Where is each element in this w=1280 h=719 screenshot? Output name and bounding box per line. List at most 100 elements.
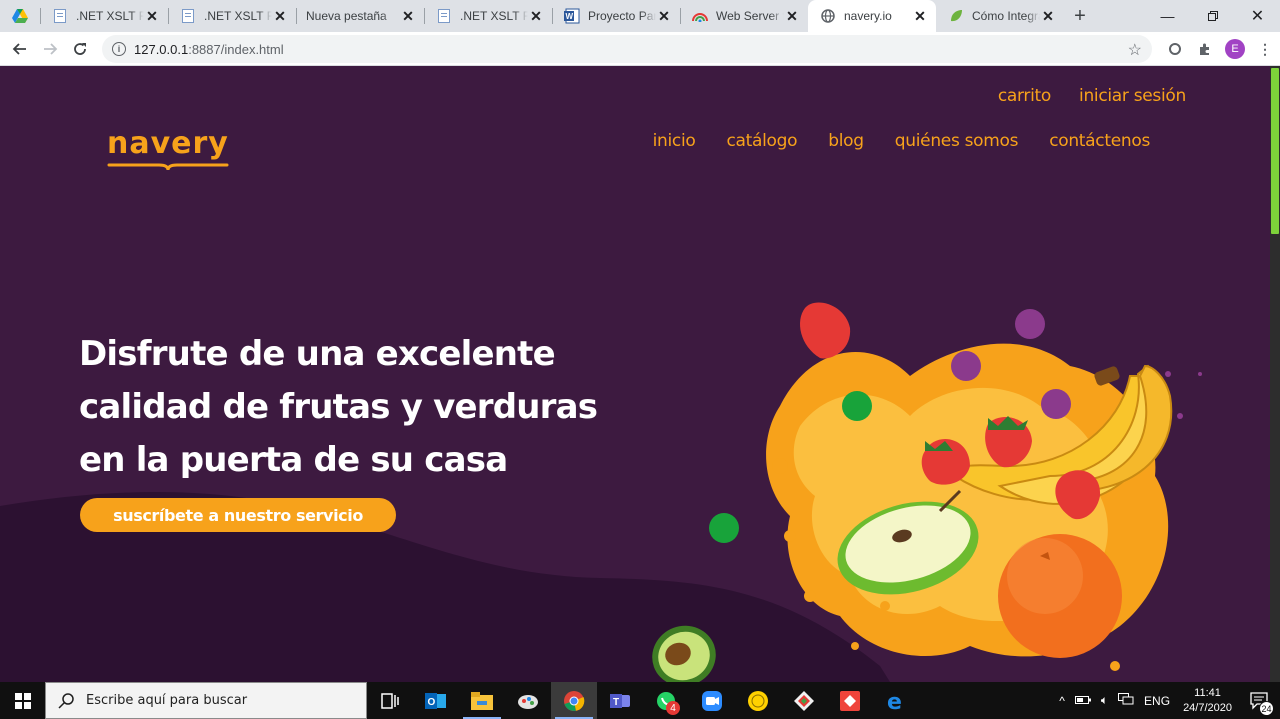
close-tab-icon[interactable]: ✕ (656, 8, 672, 24)
start-button[interactable] (0, 682, 45, 719)
main-nav: inicio catálogo blog quiénes somos contá… (653, 131, 1151, 151)
close-tab-icon[interactable]: ✕ (272, 8, 288, 24)
svg-text:W: W (566, 12, 574, 21)
orange-icon (998, 534, 1122, 658)
subscribe-button[interactable]: suscríbete a nuestro servicio (80, 498, 396, 532)
info-icon[interactable]: i (112, 42, 126, 56)
tab-strip: .NET XSLT Fiddle ✕ .NET XSLT Fiddle ✕ Nu… (0, 0, 1280, 32)
tab-net-xslt-fiddle-3[interactable]: .NET XSLT Fiddle ✕ (424, 0, 552, 32)
extensions-puzzle-icon[interactable] (1190, 34, 1220, 64)
battery-icon[interactable] (1070, 694, 1096, 708)
notification-count: 24 (1259, 701, 1274, 716)
page-viewport: carrito iniciar sesión navery inicio cat… (0, 66, 1270, 682)
network-icon[interactable] (1113, 693, 1139, 708)
back-button[interactable] (5, 34, 35, 64)
system-tray: ^ 🔈︎ ENG 11:41 24/7/2020 24 (1054, 682, 1280, 719)
close-window-button[interactable]: ✕ (1235, 0, 1280, 32)
tab-nueva-pestana[interactable]: Nueva pestaña ✕ (296, 0, 424, 32)
language-indicator[interactable]: ENG (1139, 694, 1175, 708)
site-logo[interactable]: navery (107, 126, 231, 174)
svg-text:e: e (887, 690, 902, 712)
tab-title: Cómo Integrar (972, 9, 1040, 23)
blueberry-icon (1015, 309, 1045, 339)
file-explorer-icon[interactable] (459, 682, 505, 719)
page-scrollbar[interactable] (1270, 66, 1280, 682)
globe-icon (820, 8, 836, 24)
hero-line-3: en la puerta de su casa (79, 440, 508, 480)
norton-icon[interactable] (735, 682, 781, 719)
menu-kebab-icon[interactable]: ⋮ (1250, 34, 1280, 64)
chevron-up-icon[interactable]: ^ (1054, 694, 1070, 708)
blueberry-icon (951, 351, 981, 381)
hero-line-2: calidad de frutas y verduras (79, 387, 598, 427)
taskbar-search[interactable]: Escribe aquí para buscar (45, 682, 367, 719)
nav-inicio[interactable]: inicio (653, 131, 696, 151)
login-link[interactable]: iniciar sesión (1079, 86, 1186, 106)
close-tab-icon[interactable]: ✕ (1040, 8, 1056, 24)
tab-google-drive[interactable] (0, 0, 40, 32)
restore-button[interactable] (1190, 0, 1235, 32)
chrome-taskbar-icon[interactable] (551, 682, 597, 719)
avocado-icon (652, 625, 716, 682)
profile-avatar[interactable]: E (1225, 39, 1245, 59)
edge-icon[interactable]: e (873, 682, 919, 719)
git-kraken-icon[interactable] (781, 682, 827, 719)
tab-net-xslt-fiddle-2[interactable]: .NET XSLT Fiddle ✕ (168, 0, 296, 32)
whatsapp-icon[interactable]: 4 (643, 682, 689, 719)
cart-link[interactable]: carrito (998, 86, 1051, 106)
volume-icon[interactable]: 🔈︎ (1096, 693, 1113, 708)
tab-title: .NET XSLT Fiddle (204, 9, 272, 23)
anydesk-icon[interactable] (827, 682, 873, 719)
zoom-icon[interactable] (689, 682, 735, 719)
new-tab-button[interactable]: + (1064, 0, 1096, 32)
nav-contactenos[interactable]: contáctenos (1049, 131, 1150, 151)
scrollbar-thumb[interactable] (1271, 68, 1279, 234)
close-tab-icon[interactable]: ✕ (912, 8, 928, 24)
windows-logo-icon (14, 692, 31, 709)
tab-como-integrar[interactable]: Cómo Integrar ✕ (936, 0, 1064, 32)
paint-3d-icon[interactable] (505, 682, 551, 719)
grape-icon (709, 513, 739, 543)
nav-quienes-somos[interactable]: quiénes somos (895, 131, 1019, 151)
svg-text:T: T (613, 697, 619, 708)
window-controls: — ✕ (1145, 0, 1280, 32)
extension-circle-icon[interactable] (1160, 34, 1190, 64)
close-tab-icon[interactable]: ✕ (144, 8, 160, 24)
forward-button[interactable] (35, 34, 65, 64)
task-view-icon[interactable] (367, 682, 413, 719)
reload-button[interactable] (65, 34, 95, 64)
tab-title: Nueva pestaña (306, 9, 387, 23)
forward-arrow-icon (44, 42, 58, 55)
blueberry-icon (1041, 389, 1071, 419)
logo-smile-icon (107, 163, 229, 171)
bookmark-star-icon[interactable]: ☆ (1128, 40, 1142, 60)
clock-time: 11:41 (1194, 686, 1221, 699)
minimize-button[interactable]: — (1145, 0, 1190, 32)
tab-web-server[interactable]: Web Server for Chrome ✕ (680, 0, 808, 32)
close-tab-icon[interactable]: ✕ (784, 8, 800, 24)
document-icon (436, 8, 452, 24)
tab-net-xslt-fiddle-1[interactable]: .NET XSLT Fiddle ✕ (40, 0, 168, 32)
whatsapp-badge: 4 (666, 701, 680, 715)
hero-line-1: Disfrute de una excelente (79, 334, 556, 374)
document-icon (180, 8, 196, 24)
clock[interactable]: 11:41 24/7/2020 (1175, 686, 1240, 716)
close-tab-icon[interactable]: ✕ (528, 8, 544, 24)
tab-proyecto-parcial[interactable]: W Proyecto Parcial ✕ (552, 0, 680, 32)
word-icon: W (564, 8, 580, 24)
top-nav: carrito iniciar sesión (998, 86, 1186, 106)
svg-text:O: O (428, 697, 436, 708)
url-host: 127.0.0.1 (134, 41, 189, 57)
leaf-icon (948, 8, 964, 24)
teams-icon[interactable]: T (597, 682, 643, 719)
tab-navery[interactable]: navery.io ✕ (808, 0, 936, 32)
toolbar-right: E ⋮ (1160, 32, 1280, 66)
outlook-icon[interactable]: O (413, 682, 459, 719)
notification-center-icon[interactable]: 24 (1240, 691, 1280, 716)
tab-title: .NET XSLT Fiddle (460, 9, 528, 23)
close-tab-icon[interactable]: ✕ (400, 8, 416, 24)
nav-blog[interactable]: blog (828, 131, 864, 151)
address-bar[interactable]: i 127.0.0.1:8887/index.html ☆ (102, 35, 1152, 63)
browser-toolbar: i 127.0.0.1:8887/index.html ☆ E ⋮ (0, 32, 1280, 66)
nav-catalogo[interactable]: catálogo (726, 131, 797, 151)
